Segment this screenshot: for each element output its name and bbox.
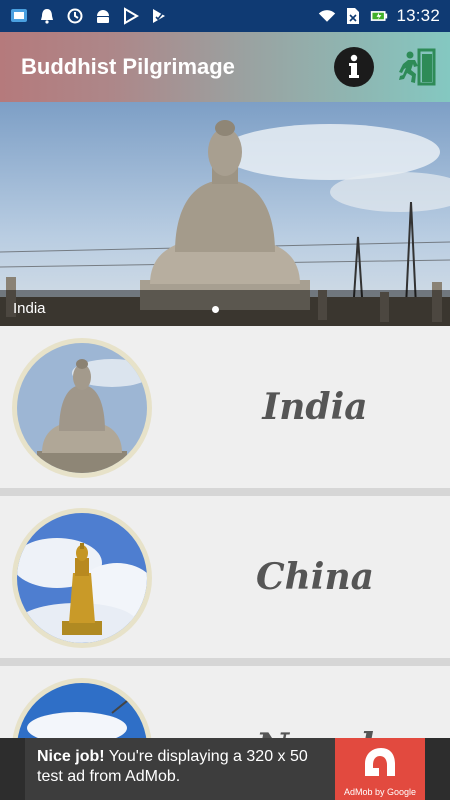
wifi-icon <box>318 7 336 25</box>
play-store-icon-2 <box>150 7 168 25</box>
ad-headline: Nice job! <box>37 748 105 765</box>
china-statue-image <box>17 513 147 643</box>
admob-logo[interactable]: AdMob by Google <box>335 738 425 800</box>
slider-indicator <box>212 306 219 313</box>
place-thumbnail <box>12 508 152 648</box>
india-buddha-image <box>17 343 147 473</box>
app-title: Buddhist Pilgrimage <box>21 54 235 79</box>
ad-logo-caption: AdMob by Google <box>343 787 417 797</box>
ad-banner[interactable]: Nice job! You're displaying a 320 x 50 t… <box>0 738 450 800</box>
bell-icon <box>38 7 56 25</box>
info-icon <box>349 54 359 78</box>
screen-cast-icon <box>10 7 28 25</box>
no-sim-icon <box>344 7 362 25</box>
hero-slider[interactable]: India <box>0 102 450 326</box>
place-card-nepal[interactable]: Nepal <box>0 666 450 738</box>
status-bar: 13:32 <box>0 0 450 32</box>
divider <box>0 488 450 496</box>
place-thumbnail <box>12 338 152 478</box>
places-list: India China <box>0 326 450 738</box>
place-name: India <box>262 386 368 428</box>
app-bar: Buddhist Pilgrimage <box>0 32 450 102</box>
exit-button[interactable] <box>394 47 438 87</box>
nepal-image <box>17 683 147 738</box>
ad-text: Nice job! You're displaying a 320 x 50 t… <box>37 747 337 787</box>
place-thumbnail <box>12 678 152 738</box>
exit-icon <box>399 48 436 86</box>
divider <box>0 658 450 666</box>
sync-icon <box>66 7 84 25</box>
status-time: 13:32 <box>396 6 440 25</box>
place-card-india[interactable]: India <box>0 326 450 488</box>
android-icon <box>94 7 112 25</box>
play-store-icon <box>122 7 140 25</box>
hero-caption-bar: India <box>0 290 450 326</box>
info-button[interactable] <box>334 47 374 87</box>
hero-caption: India <box>13 299 46 317</box>
battery-icon <box>370 7 388 25</box>
slider-dot[interactable] <box>212 306 219 313</box>
place-card-china[interactable]: China <box>0 496 450 658</box>
admob-icon <box>365 748 395 776</box>
place-name: Nepal <box>180 666 450 738</box>
place-name: China <box>255 556 374 598</box>
